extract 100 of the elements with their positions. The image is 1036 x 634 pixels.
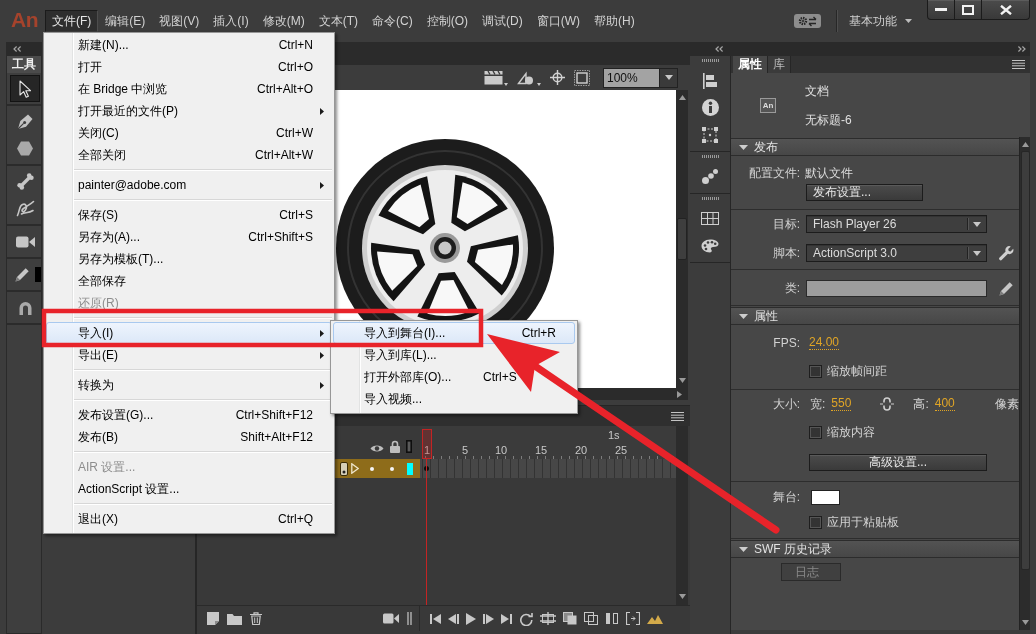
width-value[interactable]: 550 — [831, 397, 852, 411]
class-input-field[interactable] — [806, 279, 987, 297]
menu-bar-item[interactable]: 控制(O) — [419, 10, 475, 32]
visibility-dot-icon[interactable] — [370, 466, 374, 471]
fps-value[interactable]: 24.00 — [809, 336, 840, 350]
center-frame-icon[interactable] — [540, 612, 556, 625]
menu-item[interactable]: 导入视频... — [333, 388, 575, 410]
menu-item[interactable]: 全部关闭 Ctrl+Alt+W — [46, 144, 332, 166]
menu-item[interactable]: 另存为模板(T)... — [46, 248, 332, 270]
outline-color-icon[interactable] — [407, 462, 413, 475]
height-value[interactable]: 400 — [934, 397, 955, 411]
scrollbar[interactable] — [676, 426, 688, 605]
menu-item[interactable]: 在 Bridge 中浏览 Ctrl+Alt+O — [46, 78, 332, 100]
section-header[interactable]: SWF 历史记录 — [731, 540, 1019, 558]
stage-color-swatch[interactable] — [811, 489, 840, 505]
advanced-settings-button[interactable]: 高级设置... — [809, 453, 987, 471]
menu-item[interactable]: 打开最近的文件(P) — [46, 100, 332, 122]
scrollbar-thumb[interactable] — [677, 218, 687, 260]
checkbox[interactable] — [809, 515, 822, 529]
menu-item[interactable]: 发布设置(G)... Ctrl+Shift+F12 — [46, 404, 332, 426]
folder-icon[interactable] — [227, 612, 242, 625]
scroll-down-arrow-icon[interactable] — [678, 594, 686, 599]
menu-item[interactable]: 导出(E) — [46, 344, 332, 366]
collapse-icon[interactable] — [13, 46, 21, 52]
wrench-icon[interactable] — [999, 245, 1014, 261]
panel-tab[interactable]: 库 — [768, 56, 791, 73]
menu-item[interactable]: painter@adobe.com — [46, 174, 332, 196]
menu-bar-item[interactable]: 文件(F) — [45, 10, 99, 32]
step-forward-icon[interactable] — [483, 613, 494, 624]
skip-forward-icon[interactable] — [501, 613, 512, 624]
workspace-dropdown[interactable]: 基本功能 — [849, 13, 912, 29]
menu-bar-item[interactable]: 窗口(W) — [529, 10, 587, 32]
grid-icon[interactable] — [701, 212, 719, 225]
play-icon[interactable] — [466, 612, 476, 625]
menu-item[interactable]: 转换为 — [46, 374, 332, 396]
shapes-icon[interactable] — [517, 69, 541, 86]
menu-item[interactable]: 打开 Ctrl+O — [46, 56, 332, 78]
palette-icon[interactable] — [701, 238, 719, 253]
trash-icon[interactable] — [250, 612, 262, 625]
zoom-field[interactable]: 100% — [603, 67, 660, 88]
menu-item[interactable]: 打开外部库(O)... Ctrl+S — [333, 366, 575, 388]
lock-dot-icon[interactable] — [390, 466, 394, 471]
stroke-color-swatch[interactable] — [35, 267, 41, 282]
mountain-icon[interactable] — [647, 613, 663, 624]
double-bar-icon[interactable] — [407, 612, 412, 625]
menu-bar-item[interactable]: 命令(C) — [365, 10, 420, 32]
menu-item[interactable]: 导入到库(L)... — [333, 344, 575, 366]
menu-item[interactable]: 导入(I) — [46, 322, 332, 344]
crosshair-icon[interactable] — [550, 70, 565, 85]
menu-bar-item[interactable]: 视图(V) — [152, 10, 207, 32]
menu-bar-item[interactable]: 插入(I) — [206, 10, 256, 32]
video-camera-icon[interactable] — [383, 613, 399, 624]
tools-tab[interactable]: 工具 — [7, 56, 41, 73]
maximize-button[interactable] — [955, 0, 982, 20]
menu-item[interactable]: 导入到舞台(I)... Ctrl+R — [333, 322, 575, 344]
scrollbar[interactable] — [1019, 137, 1030, 630]
scroll-up-arrow-icon[interactable] — [1021, 142, 1029, 147]
script-dropdown[interactable]: ActionScript 3.0 — [806, 244, 987, 262]
collapse-icon[interactable] — [715, 46, 723, 52]
menu-icon[interactable] — [1012, 60, 1025, 69]
drag-handle-icon[interactable] — [701, 154, 719, 158]
workspace-switch-icon[interactable] — [794, 14, 821, 28]
new-page-icon[interactable] — [207, 612, 219, 625]
section-header[interactable]: 属性 — [731, 307, 1019, 325]
scroll-down-arrow-icon[interactable] — [678, 378, 686, 383]
checkbox[interactable] — [809, 364, 822, 378]
overlapping-squares-icon[interactable] — [563, 612, 577, 625]
menu-icon[interactable] — [671, 411, 684, 421]
scrollbar[interactable] — [676, 90, 688, 388]
expand-icon[interactable] — [1018, 46, 1026, 52]
layer-type-icon[interactable] — [340, 461, 348, 476]
panel-tab[interactable]: 属性 — [733, 56, 768, 73]
broken-chain-icon[interactable] — [880, 396, 895, 412]
pencil-icon[interactable] — [999, 280, 1014, 296]
selection-tool-button[interactable] — [10, 75, 40, 102]
two-bars-icon[interactable] — [605, 612, 619, 625]
menu-item[interactable]: 退出(X) Ctrl+Q — [46, 508, 332, 530]
checkbox[interactable] — [809, 425, 822, 439]
minimize-button[interactable] — [927, 0, 955, 20]
clip-frame-icon[interactable] — [574, 69, 590, 86]
transform-box-icon[interactable] — [702, 126, 718, 143]
menu-item[interactable]: 新建(N)... Ctrl+N — [46, 34, 332, 56]
scroll-down-arrow-icon[interactable] — [1021, 620, 1029, 625]
menu-bar-item[interactable]: 文本(T) — [311, 10, 365, 32]
menu-item[interactable]: 发布(B) Shift+Alt+F12 — [46, 426, 332, 448]
skip-back-icon[interactable] — [430, 613, 441, 624]
eye-icon[interactable] — [370, 444, 384, 453]
brackets-icon[interactable] — [626, 612, 640, 625]
menu-bar-item[interactable]: 调试(D) — [475, 10, 530, 32]
outlined-squares-icon[interactable] — [584, 612, 598, 625]
menu-item[interactable]: ActionScript 设置... — [46, 478, 332, 500]
publish-settings-button[interactable]: 发布设置... — [806, 183, 923, 201]
section-header[interactable]: 发布 — [731, 138, 1019, 156]
loop-icon[interactable] — [519, 611, 533, 626]
dots-icon[interactable] — [702, 169, 718, 184]
drag-handle-icon[interactable] — [701, 58, 719, 62]
menu-item[interactable]: 保存(S) Ctrl+S — [46, 204, 332, 226]
drag-handle-icon[interactable] — [701, 196, 719, 200]
scroll-up-arrow-icon[interactable] — [678, 95, 686, 100]
menu-bar-item[interactable]: 修改(M) — [255, 10, 312, 32]
